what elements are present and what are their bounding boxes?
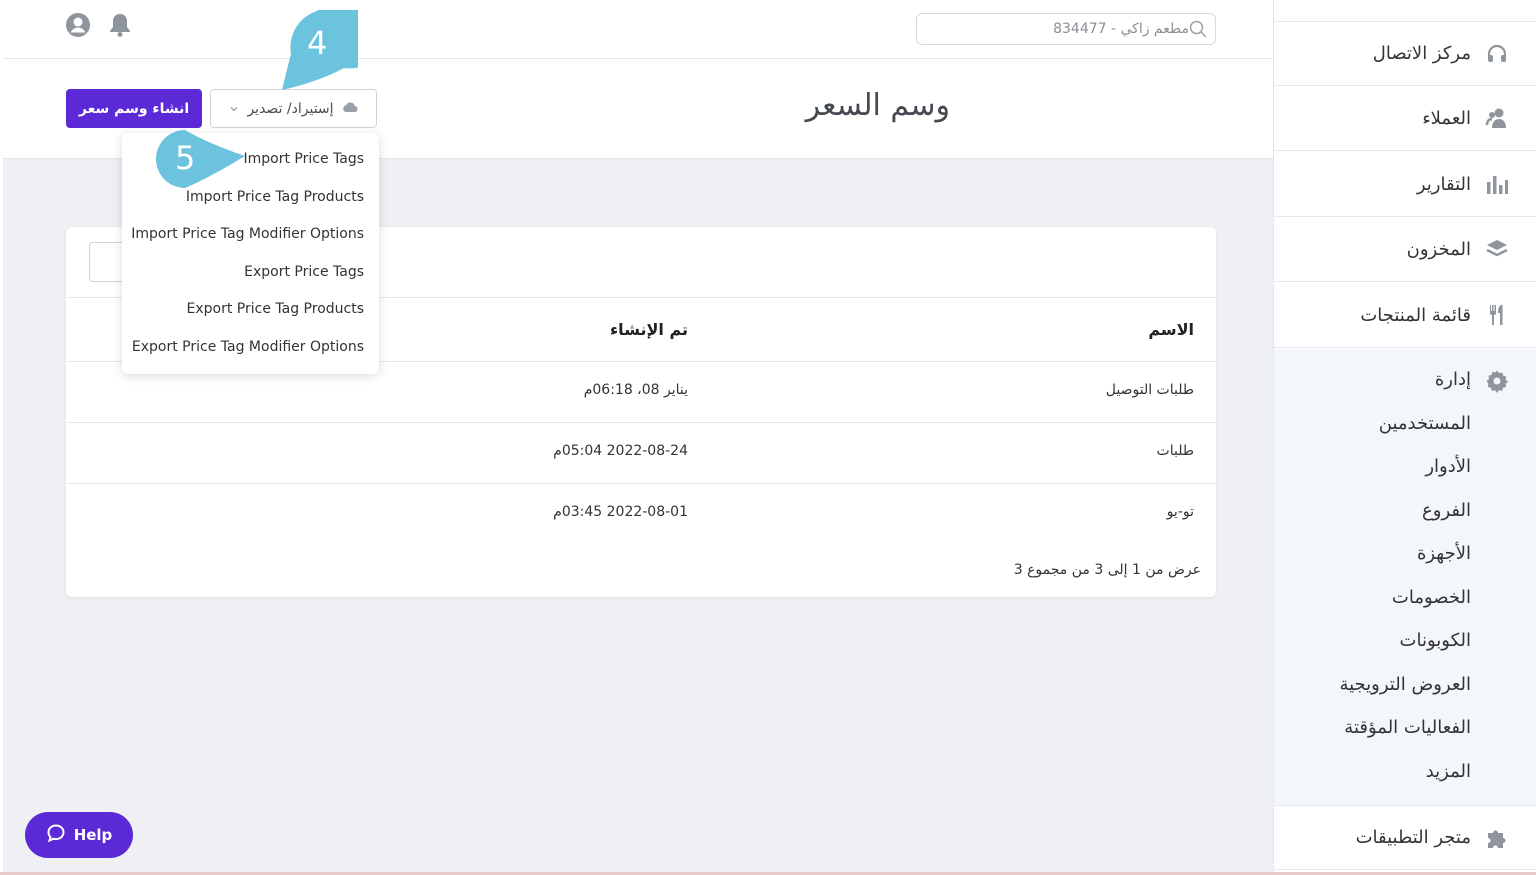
sidebar-sub-discounts[interactable]: الخصومات [1392,587,1471,608]
chevron-down-icon [229,101,239,117]
sidebar-item-admin[interactable]: إدارة [1435,369,1471,390]
admin-section: إدارة المستخدمين الأدوار الفروع الأجهزة … [1274,349,1536,805]
row-created: يناير 08، 06:18م [583,382,688,398]
step-4-number: 4 [307,24,328,62]
utensils-icon [1485,303,1509,327]
sidebar: مركز الاتصال العملاء التقارير المخزون قا… [1273,0,1536,875]
menu-item-import-price-tags[interactable]: Import Price Tags [243,151,364,167]
search-box[interactable] [916,13,1216,45]
bell-icon[interactable] [107,12,133,38]
headset-icon [1485,42,1509,66]
sidebar-sub-more[interactable]: المزيد [1426,761,1471,782]
sidebar-sub-timed-events[interactable]: الفعاليات المؤقتة [1344,717,1471,738]
row-created: 2022-08-01 03:45م [553,504,688,520]
sidebar-sub-branches[interactable]: الفروع [1422,500,1471,521]
row-name: تو-يو [1166,504,1194,520]
step-5-number: 5 [175,139,196,177]
sidebar-sub-users[interactable]: المستخدمين [1379,413,1471,434]
help-label: Help [73,826,113,844]
help-button[interactable]: Help [25,812,133,858]
column-header-name: الاسم [1148,320,1194,339]
menu-item-import-price-tag-products[interactable]: Import Price Tag Products [186,189,364,205]
step-5-callout: 5 [147,129,247,189]
row-name: طلبات [1156,443,1194,459]
menu-item-export-price-tags[interactable]: Export Price Tags [244,264,364,280]
menu-item-export-price-tag-modifier-options[interactable]: Export Price Tag Modifier Options [132,339,364,355]
chat-bubble-icon [46,823,66,847]
user-avatar-icon[interactable] [65,12,91,38]
table-row[interactable]: تو-يو 2022-08-01 03:45م [66,483,1216,544]
table-row[interactable]: طلبات 2022-08-24 05:04م [66,422,1216,483]
bar-chart-icon [1485,172,1509,196]
sidebar-item-app-store[interactable]: متجر التطبيقات [1274,805,1536,870]
import-export-label: إستيراد/ تصدير [247,100,334,117]
pagination-summary: عرض من 1 إلى 3 من مجموع 3 [1013,562,1201,578]
layers-icon [1485,237,1509,261]
import-export-button[interactable]: إستيراد/ تصدير [210,89,377,128]
sidebar-item-call-center[interactable]: مركز الاتصال [1274,21,1536,86]
step-4-callout: 4 [278,10,358,92]
sidebar-item-inventory[interactable]: المخزون [1274,217,1536,282]
sidebar-sub-promotions[interactable]: العروض الترويجية [1339,674,1471,695]
menu-item-export-price-tag-products[interactable]: Export Price Tag Products [187,301,364,317]
sidebar-sub-coupons[interactable]: الكوبونات [1400,630,1471,651]
sidebar-sub-roles[interactable]: الأدوار [1425,456,1471,477]
column-header-created: تم الإنشاء [610,320,688,339]
row-name: طلبات التوصيل [1105,382,1194,398]
sidebar-item-reports[interactable]: التقارير [1274,152,1536,217]
main-area: وسم السعر انشاء وسم سعر إستيراد/ تصدير ي… [0,0,1276,875]
sidebar-sub-devices[interactable]: الأجهزة [1417,543,1471,564]
row-created: 2022-08-24 05:04م [553,443,688,459]
gear-icon [1485,369,1509,393]
create-price-tag-button[interactable]: انشاء وسم سعر [66,89,202,128]
sidebar-item-customers[interactable]: العملاء [1274,86,1536,151]
users-icon [1485,106,1509,130]
sidebar-item-products-menu[interactable]: قائمة المنتجات [1274,283,1536,348]
cloud-icon [342,101,358,117]
menu-item-import-price-tag-modifier-options[interactable]: Import Price Tag Modifier Options [131,226,364,242]
puzzle-icon [1485,826,1509,850]
search-input[interactable] [927,14,1189,44]
top-bar [3,0,1276,59]
page-title: وسم السعر [805,88,950,123]
search-icon [1189,20,1207,38]
